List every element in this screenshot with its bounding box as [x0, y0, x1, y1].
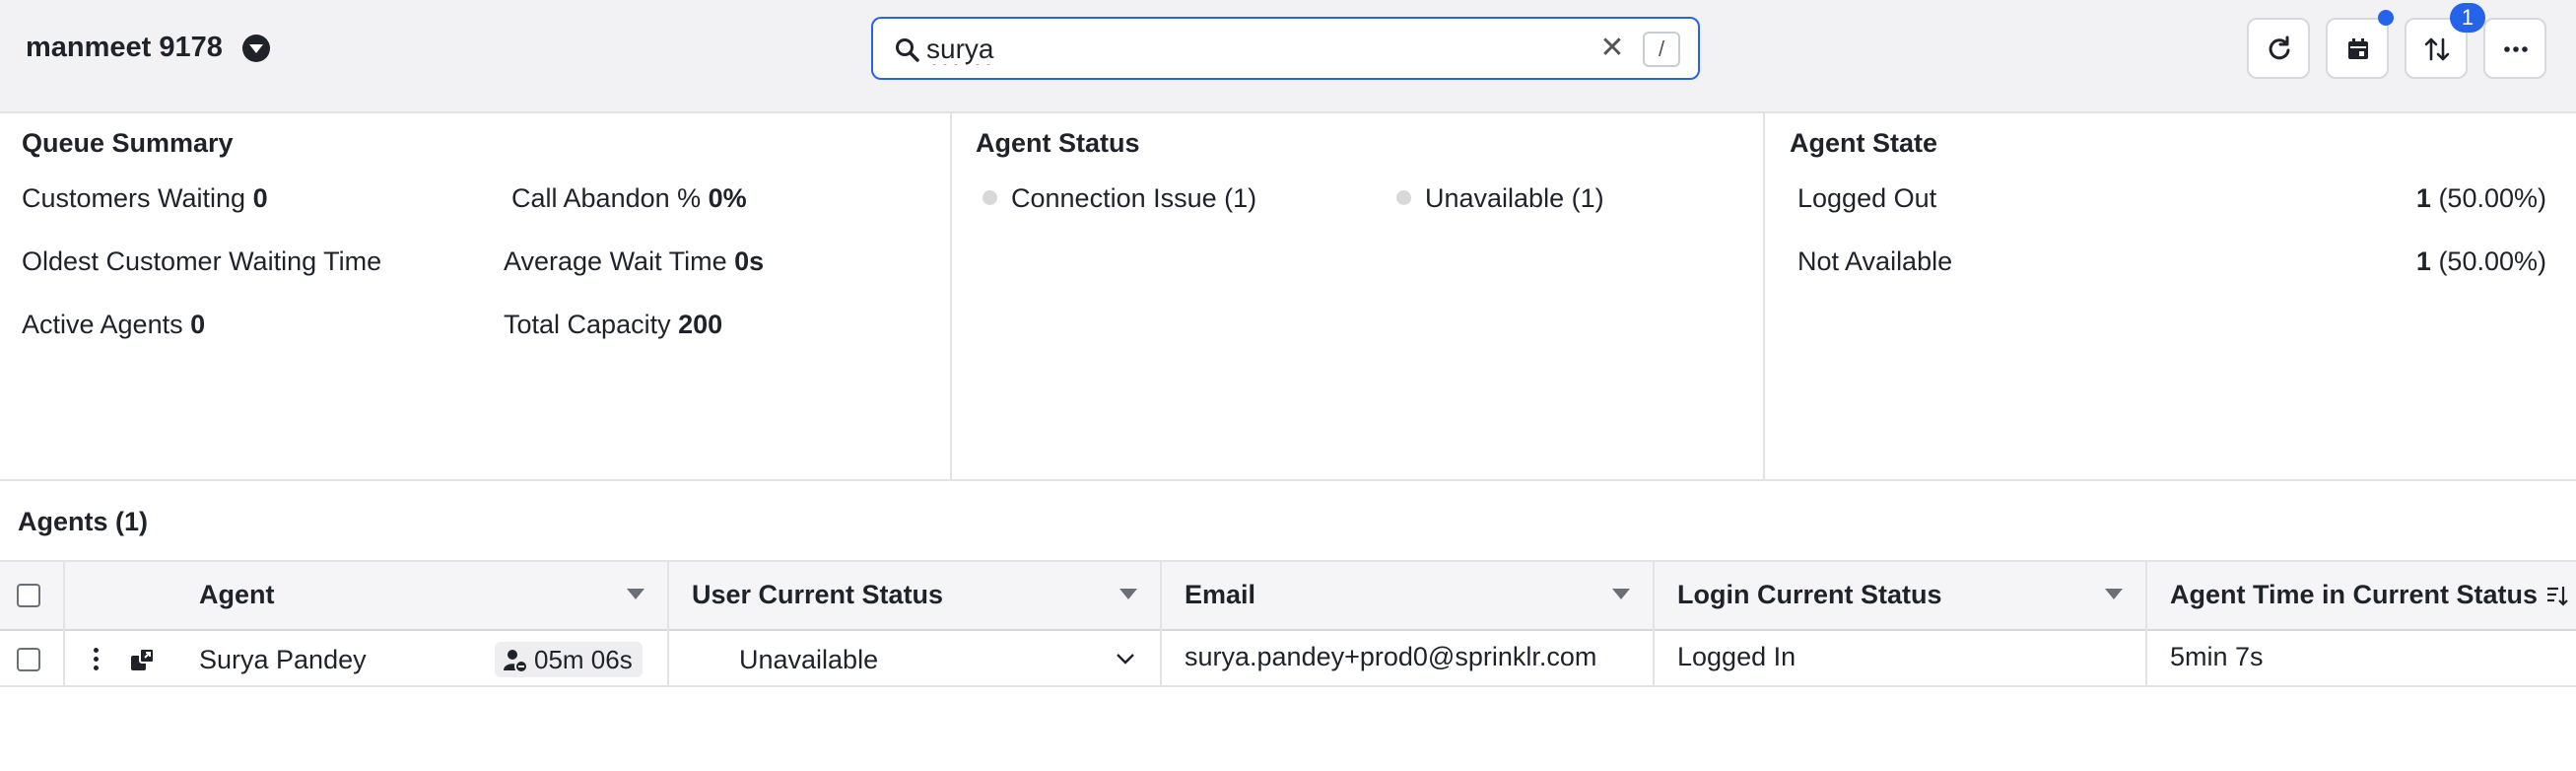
sort-column-icon[interactable]: [2545, 584, 2569, 607]
panel-divider: [950, 113, 952, 480]
calendar-button[interactable]: [2326, 18, 2389, 79]
column-header-login-status[interactable]: Login Current Status: [1677, 580, 1942, 610]
caret-down-icon[interactable]: [2105, 589, 2123, 599]
column-divider: [63, 560, 65, 687]
refresh-button[interactable]: [2247, 18, 2310, 79]
agent-state-title: Agent State: [1790, 128, 1938, 158]
workspace-dropdown-icon[interactable]: [242, 35, 270, 62]
user-status-value[interactable]: Unavailable: [739, 645, 878, 675]
caret-down-icon[interactable]: [1119, 589, 1137, 599]
search-input[interactable]: [926, 32, 1557, 67]
total-capacity-metric: Total Capacity 200: [504, 310, 722, 340]
customers-waiting-metric: Customers Waiting 0: [22, 183, 268, 214]
more-horizontal-icon: [2504, 46, 2528, 52]
refresh-icon: [2269, 35, 2290, 60]
search-shortcut-hint: /: [1643, 32, 1680, 67]
state-not-available-label: Not Available: [1797, 246, 1953, 276]
status-connection-issue[interactable]: Connection Issue (1): [1011, 183, 1256, 214]
average-wait-metric: Average Wait Time 0s: [504, 246, 764, 277]
column-divider: [1160, 560, 1162, 687]
metric-value: 0s: [734, 246, 765, 276]
metric-value: 200: [678, 310, 723, 339]
agents-section-title: Agents (1): [18, 507, 149, 536]
active-agents-metric: Active Agents 0: [22, 310, 205, 340]
panel-divider: [1763, 113, 1765, 480]
time-in-status-value: 5min 7s: [2170, 642, 2264, 671]
sort-count-badge: 1: [2450, 3, 2485, 33]
state-percent: (50.00%): [2438, 246, 2546, 276]
agent-timer: 05m 06s: [534, 645, 633, 674]
metric-label: Customers Waiting: [22, 183, 246, 213]
agent-name[interactable]: Surya Pandey: [199, 645, 367, 675]
metric-label: Oldest Customer Waiting Time: [22, 246, 382, 276]
workspace-title: manmeet 9178: [26, 32, 223, 63]
open-record-icon[interactable]: [130, 647, 156, 672]
column-header-email[interactable]: Email: [1185, 580, 1255, 610]
metric-value: 0: [190, 310, 206, 339]
search-icon: [896, 38, 919, 62]
column-divider: [1653, 560, 1655, 687]
search-box[interactable]: ✕ /: [871, 17, 1700, 80]
login-status-value: Logged In: [1677, 642, 1796, 671]
calendar-icon: [2348, 38, 2368, 59]
state-logged-out-label: Logged Out: [1797, 183, 1937, 213]
column-header-user-status[interactable]: User Current Status: [692, 580, 943, 610]
caret-down-icon[interactable]: [1612, 589, 1630, 599]
metric-label: Call Abandon %: [511, 183, 702, 213]
agent-timer-chip: 05m 06s: [495, 642, 643, 677]
metric-value: 0: [252, 183, 268, 213]
row-actions-icon[interactable]: [94, 648, 100, 671]
column-divider: [667, 560, 669, 687]
top-header: manmeet 9178 ✕ / 1: [0, 0, 2576, 113]
agent-busy-icon: [504, 650, 528, 673]
agent-status-title: Agent Status: [976, 128, 1140, 158]
state-logged-out-value: 1 (50.00%): [2267, 183, 2546, 214]
oldest-waiting-metric: Oldest Customer Waiting Time: [22, 246, 381, 277]
metric-label: Total Capacity: [504, 310, 671, 339]
column-divider: [2145, 560, 2147, 687]
clear-search-icon[interactable]: ✕: [1597, 34, 1627, 63]
status-unavailable[interactable]: Unavailable (1): [1425, 183, 1604, 214]
call-abandon-metric: Call Abandon % 0%: [511, 183, 747, 214]
sort-icon: [2424, 37, 2450, 61]
queue-summary-title: Queue Summary: [22, 128, 234, 158]
metric-value: 0%: [708, 183, 747, 213]
section-divider: [0, 479, 2576, 481]
column-header-agent[interactable]: Agent: [199, 580, 275, 610]
chevron-down-icon[interactable]: [1115, 651, 1136, 666]
column-header-time-in-status[interactable]: Agent Time in Current Status: [2170, 580, 2538, 610]
more-options-button[interactable]: [2483, 18, 2546, 79]
email-value: surya.pandey+prod0@sprinklr.com: [1185, 642, 1597, 671]
status-dot: [1396, 190, 1411, 205]
state-not-available-value: 1 (50.00%): [2267, 246, 2546, 277]
state-count: 1: [2415, 246, 2431, 276]
select-all-checkbox[interactable]: [17, 584, 40, 607]
status-dot: [983, 190, 997, 205]
notification-dot: [2378, 10, 2394, 26]
row-checkbox[interactable]: [17, 648, 40, 671]
metric-label: Active Agents: [22, 310, 183, 339]
state-count: 1: [2415, 183, 2431, 213]
caret-down-icon[interactable]: [627, 589, 644, 599]
metric-label: Average Wait Time: [504, 246, 727, 276]
state-percent: (50.00%): [2438, 183, 2546, 213]
